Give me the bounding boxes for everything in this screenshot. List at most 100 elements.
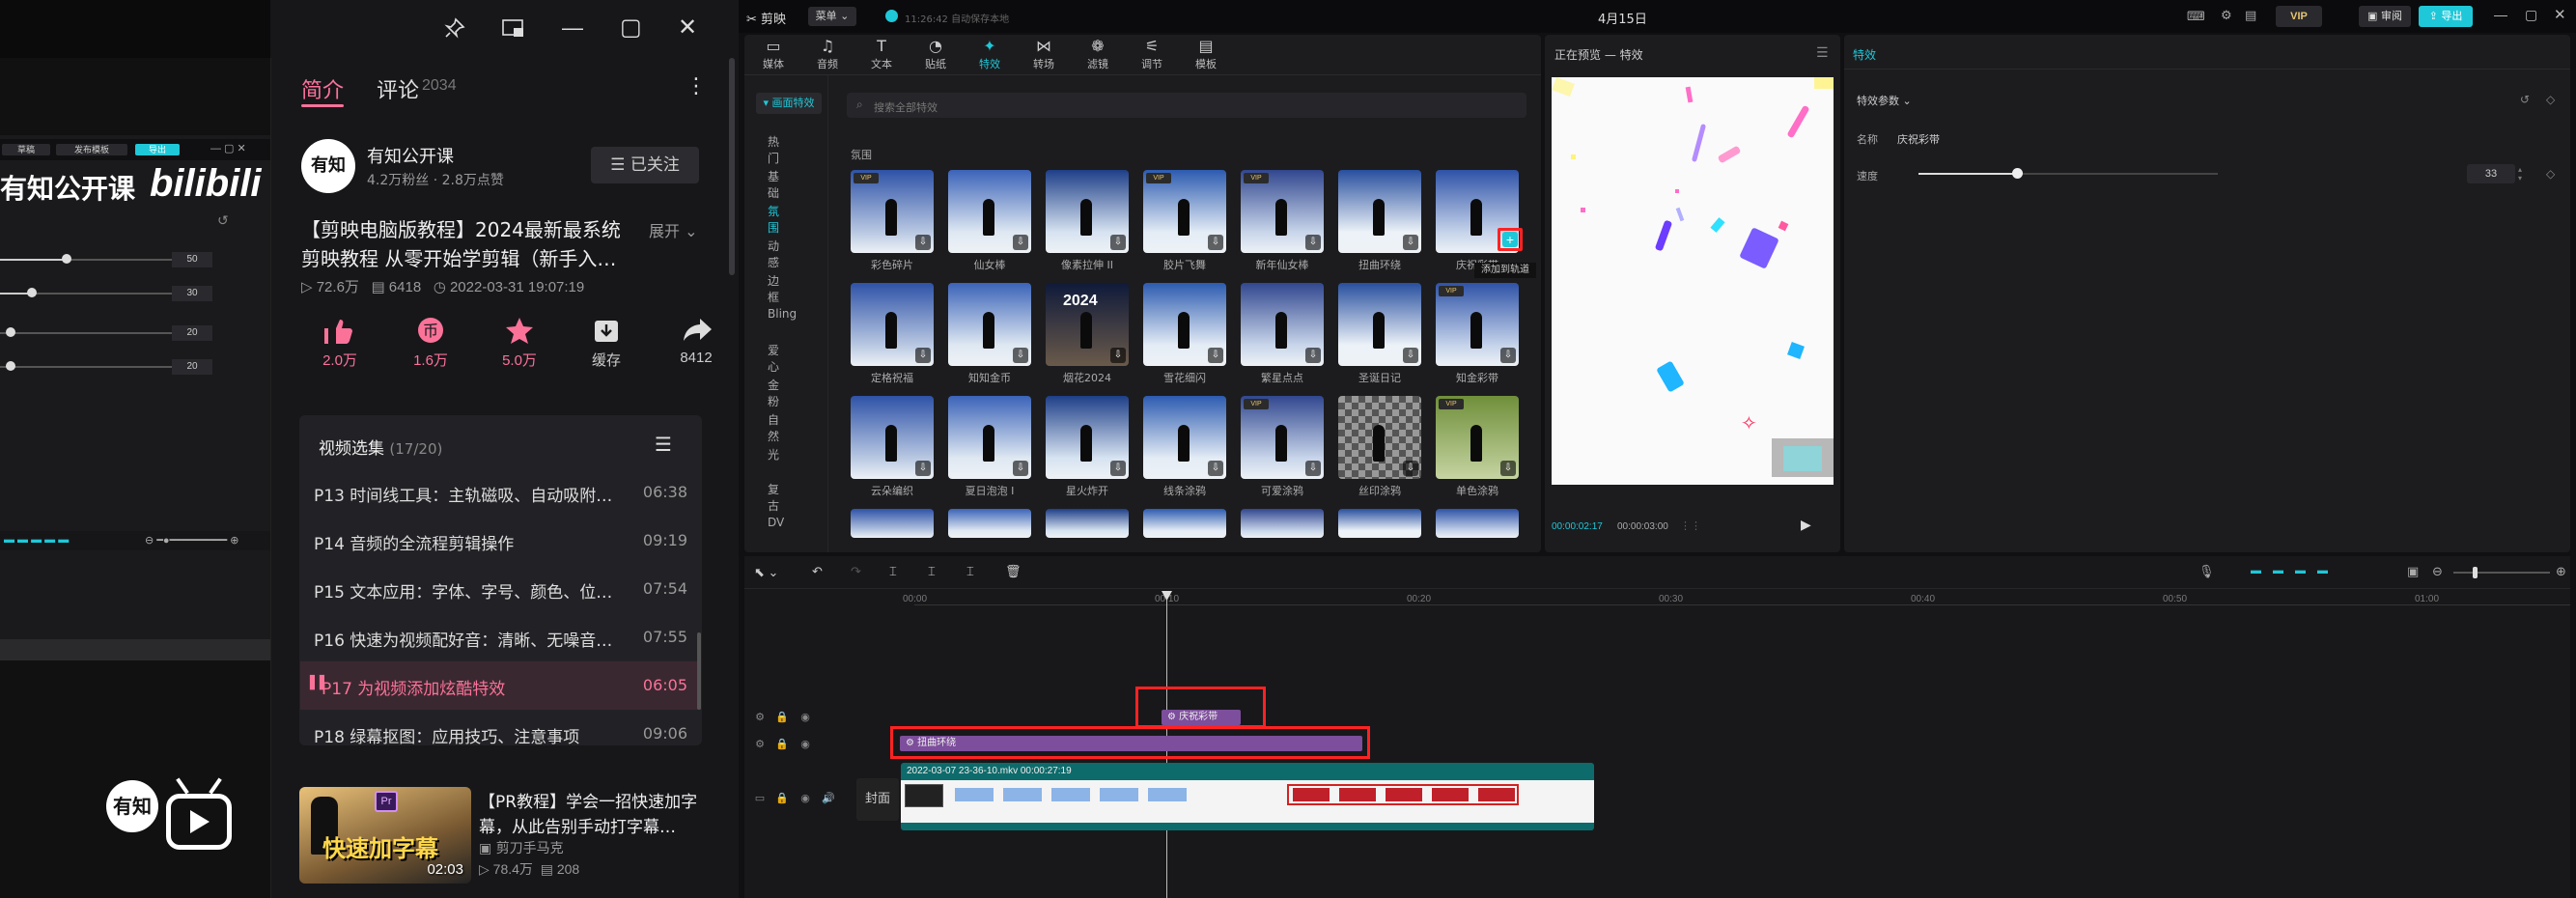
effects-search-input[interactable]: ⌕ 搜索全部特效	[847, 93, 1526, 118]
playlist-scrollbar[interactable]	[697, 632, 701, 710]
category-item[interactable]: 热门	[768, 133, 779, 166]
category-item[interactable]: DV	[768, 516, 784, 529]
download-icon[interactable]: ⇩	[1305, 461, 1321, 476]
video-player[interactable]: 草稿 发布模板 导出 — ▢ ✕ 有知公开课 bilibili ↺ 50 30 …	[0, 0, 270, 898]
zoom-slider[interactable]	[2453, 572, 2550, 574]
more-icon[interactable]: ⋮	[686, 73, 707, 98]
category-item[interactable]: 复古	[768, 481, 779, 514]
delete-icon[interactable]: 🗑	[1005, 564, 1022, 579]
effect-thumbnail[interactable]	[1046, 509, 1129, 538]
cover-button[interactable]: 封面	[856, 778, 899, 821]
properties-tab[interactable]: 特效	[1853, 46, 1876, 63]
uploader-avatar[interactable]: 有知	[301, 139, 355, 193]
zoom-in-icon[interactable]: ⊕	[2556, 564, 2566, 579]
download-icon[interactable]: ⇩	[915, 461, 931, 476]
download-icon[interactable]: ⇩	[1208, 235, 1223, 250]
track-lock-icon[interactable]: 🔒	[775, 711, 789, 724]
category-item[interactable]: 爱心	[768, 342, 779, 375]
category-item[interactable]: 基础	[768, 168, 779, 201]
effect-thumbnail[interactable]	[1241, 509, 1324, 538]
capcut-close-icon[interactable]: ✕	[2554, 6, 2566, 23]
effect-thumbnail[interactable]: ⇩	[1241, 283, 1324, 366]
playlist-item[interactable]: P18 绿幕抠图：应用技巧、注意事项 09:06	[300, 710, 701, 744]
effect-thumbnail[interactable]: VIP ⇩	[1436, 283, 1519, 366]
effect-clip-2[interactable]: ⚙ 扭曲环绕	[900, 736, 1362, 751]
effect-thumbnail[interactable]: ⇩	[851, 396, 934, 479]
download-icon[interactable]: ⇩	[1208, 348, 1223, 363]
tab-intro[interactable]: 简介	[301, 73, 344, 104]
tab-sticker[interactable]: ◔ 贴纸	[909, 37, 963, 71]
effect-thumbnail[interactable]: ⇩	[1338, 396, 1421, 479]
effect-thumbnail[interactable]: ⇩	[1143, 283, 1226, 366]
download-icon[interactable]: ⇩	[1013, 461, 1028, 476]
coin-button[interactable]: 币 1.6万	[392, 317, 469, 370]
download-icon[interactable]: ⇩	[1208, 461, 1223, 476]
effect-thumbnail[interactable]: VIP ⇩	[1241, 396, 1324, 479]
track-audio-icon[interactable]: 🔊	[822, 792, 835, 805]
category-item[interactable]: Bling	[768, 307, 797, 321]
recommended-title-line1[interactable]: 【PR教程】学会一招快速加字	[479, 788, 697, 812]
preview-axis-icon[interactable]: ▣	[2407, 564, 2419, 579]
speed-value-input[interactable]: 33	[2467, 164, 2515, 183]
effect-thumbnail[interactable]	[851, 509, 934, 538]
layout-icon[interactable]: ⌨	[2187, 9, 2205, 24]
recommended-author[interactable]: ▣ 剪刀手马克	[479, 838, 564, 857]
tab-audio[interactable]: ♫ 音频	[800, 37, 854, 71]
layout-toggle-icon[interactable]: ▤	[2245, 8, 2256, 23]
tab-text[interactable]: T 文本	[854, 37, 909, 71]
add-to-track-button[interactable]: +	[1502, 232, 1518, 247]
download-icon[interactable]: ⇩	[1110, 348, 1126, 363]
category-item[interactable]: 光	[768, 446, 779, 463]
download-icon[interactable]: ⇩	[1013, 348, 1028, 363]
playlist-menu-icon[interactable]: ☰	[655, 433, 672, 457]
speed-stepper-icon[interactable]: ▴ ▾	[2518, 165, 2522, 182]
download-icon[interactable]: ⇩	[1500, 348, 1516, 363]
playlist-item[interactable]: P16 快速为视频配好音：清晰、无噪音… 07:55	[300, 613, 701, 661]
effect-thumbnail[interactable]: ⇩	[948, 283, 1031, 366]
tab-effects[interactable]: ✦ 特效	[963, 37, 1017, 71]
effect-thumbnail[interactable]: ⇩	[948, 170, 1031, 253]
recommended-title-line2[interactable]: 幕，从此告别手动打字幕…	[479, 813, 676, 837]
category-item[interactable]: 金粉	[768, 377, 779, 409]
download-icon[interactable]: ⇩	[1013, 235, 1028, 250]
split-left-icon[interactable]: ⌶	[928, 564, 936, 579]
download-icon[interactable]: ⇩	[915, 235, 931, 250]
download-icon[interactable]: ⇩	[1403, 348, 1418, 363]
pin-icon[interactable]	[444, 17, 465, 39]
capcut-maximize-icon[interactable]: ▢	[2525, 7, 2537, 23]
effect-clip[interactable]: ⚙ 庆祝彩带	[1162, 710, 1241, 725]
favorite-button[interactable]: 5.0万	[481, 317, 558, 370]
undo-icon[interactable]: ↶	[812, 564, 823, 579]
download-icon[interactable]: ⇩	[1305, 235, 1321, 250]
maximize-icon[interactable]: ▢	[620, 14, 642, 42]
split-icon[interactable]: ⌶	[889, 564, 897, 579]
playlist-item-active[interactable]: P17 为视频添加炫酷特效 ▌▌ 06:05	[300, 661, 701, 710]
vip-button[interactable]: VIP	[2276, 6, 2322, 27]
download-icon[interactable]: ⇩	[1110, 461, 1126, 476]
reset-params-icon[interactable]: ↺	[2520, 93, 2530, 106]
effect-thumbnail[interactable]: ⇩	[1338, 170, 1421, 253]
effect-thumbnail[interactable]: ⇩	[1046, 170, 1129, 253]
select-tool-icon[interactable]: ⬉ ⌄	[754, 565, 778, 580]
download-icon[interactable]: ⇩	[1110, 235, 1126, 250]
effect-thumbnail[interactable]: VIP ⇩	[851, 170, 934, 253]
close-icon[interactable]: ✕	[678, 14, 697, 42]
effect-thumbnail[interactable]: VIP ⇩	[1241, 170, 1324, 253]
effect-thumbnail[interactable]	[1338, 509, 1421, 538]
expand-button[interactable]: 展开 ⌄	[649, 218, 698, 241]
sidebar-scrollbar[interactable]	[729, 58, 735, 275]
effect-thumbnail[interactable]: ⇩	[1143, 396, 1226, 479]
effect-thumbnail[interactable]: ⇩	[1338, 283, 1421, 366]
effect-params-section[interactable]: 特效参数 ⌄	[1857, 93, 1912, 108]
download-icon[interactable]: ⇩	[915, 348, 931, 363]
category-item[interactable]: 自然	[768, 411, 779, 444]
capcut-minimize-icon[interactable]: —	[2494, 7, 2507, 22]
menu-button[interactable]: 菜单 ⌄	[808, 7, 856, 26]
effect-thumbnail[interactable]: ⇩	[948, 396, 1031, 479]
track-eye-icon[interactable]: ◉	[798, 738, 812, 751]
track-eye-icon[interactable]: ◉	[798, 711, 812, 724]
download-icon[interactable]: ⇩	[1403, 235, 1418, 250]
redo-icon[interactable]: ↷	[851, 564, 861, 579]
settings-icon[interactable]: ⚙	[2221, 8, 2232, 23]
tab-comments[interactable]: 评论	[377, 73, 419, 104]
